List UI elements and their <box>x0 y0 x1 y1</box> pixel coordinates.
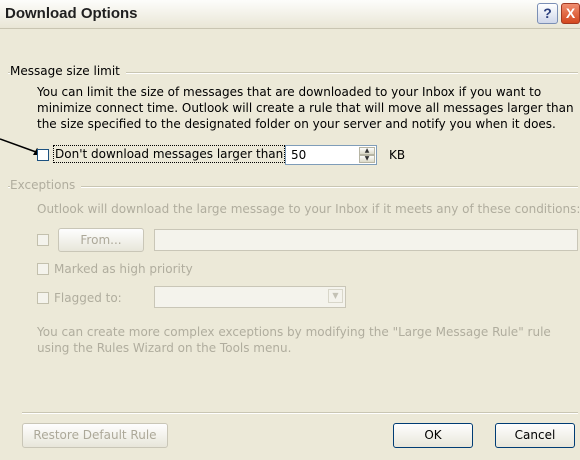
exceptions-group-line <box>8 186 578 188</box>
help-button[interactable]: ? <box>537 3 558 24</box>
cancel-button[interactable]: Cancel <box>495 423 575 448</box>
message-size-group-label: Message size limit <box>10 64 126 78</box>
from-field[interactable] <box>154 229 578 251</box>
bottom-separator <box>22 412 578 414</box>
flagged-label: Flagged to: <box>54 291 122 305</box>
high-priority-label: Marked as high priority <box>54 262 193 276</box>
spin-down-icon[interactable]: ▼ <box>359 155 375 163</box>
title-bar: Download Options ? X <box>0 0 580 29</box>
size-limit-value[interactable]: 50 <box>291 148 306 162</box>
from-checkbox[interactable] <box>37 234 49 246</box>
message-size-description: You can limit the size of messages that … <box>37 85 574 131</box>
exceptions-description: Outlook will download the large message … <box>37 202 580 216</box>
high-priority-checkbox[interactable] <box>37 263 49 275</box>
size-limit-checkbox-label[interactable]: Don't download messages larger than <box>52 145 286 163</box>
flagged-checkbox[interactable] <box>37 292 49 304</box>
ok-button[interactable]: OK <box>393 423 473 448</box>
exceptions-footer-note: You can create more complex exceptions b… <box>37 325 551 355</box>
from-button[interactable]: From... <box>58 228 144 252</box>
restore-default-rule-button[interactable]: Restore Default Rule <box>22 423 168 448</box>
size-limit-checkbox[interactable] <box>37 149 49 161</box>
chevron-down-icon[interactable]: ▼ <box>328 289 343 303</box>
close-button[interactable]: X <box>561 3 580 24</box>
exceptions-group-label: Exceptions <box>10 178 82 192</box>
size-limit-spinner[interactable]: 50 ▲ ▼ <box>285 145 377 165</box>
spin-up-icon[interactable]: ▲ <box>359 147 375 155</box>
flagged-dropdown[interactable]: ▼ <box>154 286 346 308</box>
size-unit-label: KB <box>389 148 406 162</box>
window-title: Download Options <box>5 5 138 22</box>
